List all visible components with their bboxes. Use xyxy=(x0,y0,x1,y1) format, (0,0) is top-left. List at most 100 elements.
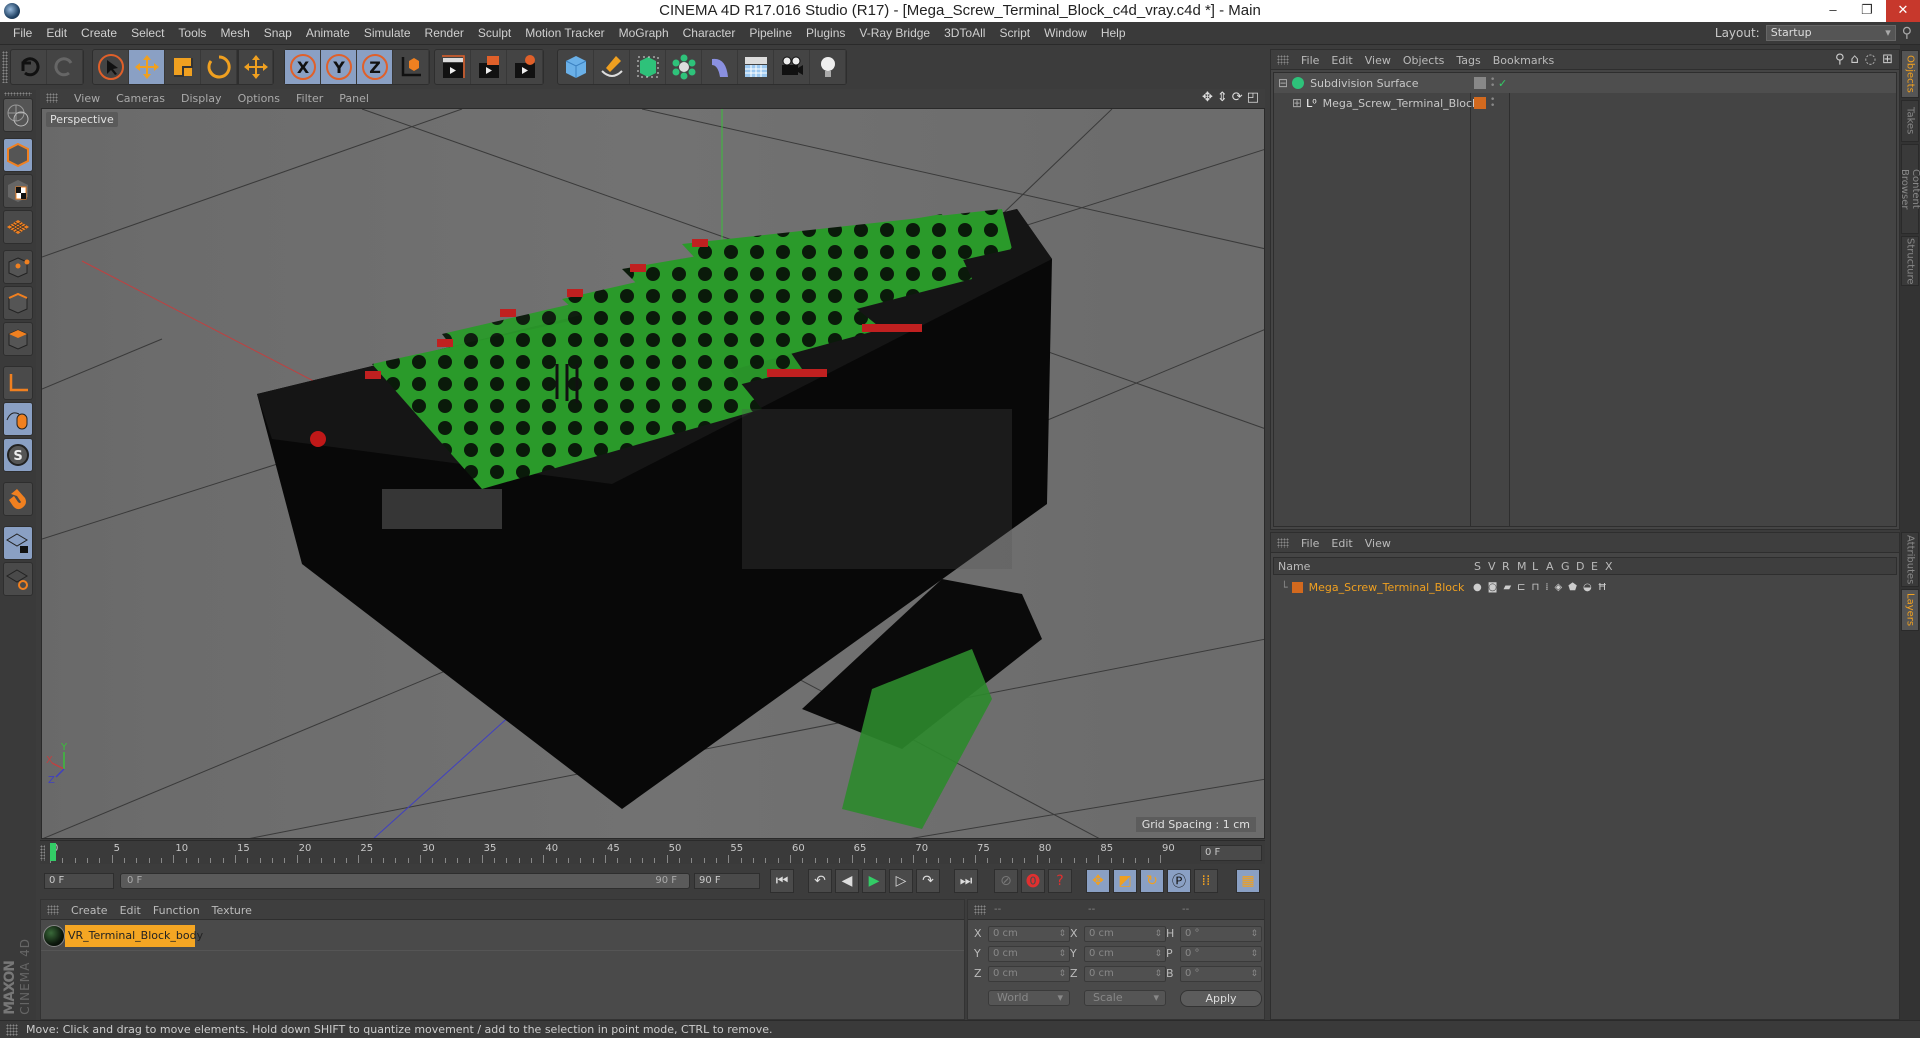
y-axis-button[interactable]: Y xyxy=(321,50,357,84)
viewport-menu-panel[interactable]: Panel xyxy=(331,92,377,105)
menu-window[interactable]: Window xyxy=(1037,26,1094,40)
toggle-layout-icon[interactable]: ◰ xyxy=(1247,90,1259,105)
timeline-grip[interactable] xyxy=(40,845,45,861)
tweak-mode-button[interactable] xyxy=(3,402,33,436)
viewport-menu-filter[interactable]: Filter xyxy=(288,92,331,105)
tab-layers[interactable]: Layers xyxy=(1901,589,1919,631)
menu-create[interactable]: Create xyxy=(74,26,124,40)
menu-v-ray-bridge[interactable]: V-Ray Bridge xyxy=(852,26,937,40)
apply-button[interactable]: Apply xyxy=(1180,990,1262,1007)
record-keys-button[interactable]: ⓿ xyxy=(1021,869,1045,893)
menu-script[interactable]: Script xyxy=(992,26,1037,40)
motion-path-button[interactable]: ⊘ xyxy=(994,869,1018,893)
frame-range-slider[interactable]: 0 F 90 F xyxy=(120,873,690,889)
tab-content-browser[interactable]: Content Browser xyxy=(1899,144,1920,234)
object-menu-view[interactable]: View xyxy=(1359,54,1397,67)
panel-grip[interactable] xyxy=(46,93,58,103)
rotation-field[interactable]: 0 ° xyxy=(1180,966,1262,982)
enable-axis-button[interactable] xyxy=(3,366,33,400)
planar-workplane-button[interactable] xyxy=(3,562,33,596)
manager-tree-icon[interactable]: ⊏ xyxy=(1517,582,1525,593)
viewport-menu-display[interactable]: Display xyxy=(173,92,230,105)
viewport-menu-options[interactable]: Options xyxy=(230,92,288,105)
menu-pipeline[interactable]: Pipeline xyxy=(742,26,799,40)
layer-row[interactable]: └ Mega_Screw_Terminal_Block ● ◙ ▰ ⊏ ⊓ ⁞ … xyxy=(1273,577,1897,597)
menu-mograph[interactable]: MoGraph xyxy=(612,26,676,40)
menu-render[interactable]: Render xyxy=(418,26,471,40)
dolly-view-icon[interactable]: ⇕ xyxy=(1217,90,1228,105)
prev-frame-button[interactable]: ◀ xyxy=(835,869,859,893)
points-mode-button[interactable] xyxy=(3,250,33,284)
rotation-field[interactable]: 0 ° xyxy=(1180,946,1262,962)
edges-mode-button[interactable] xyxy=(3,286,33,320)
viewport-menu-view[interactable]: View xyxy=(66,92,108,105)
layer-column-e[interactable]: E xyxy=(1591,560,1598,573)
floor-button[interactable] xyxy=(738,50,774,84)
object-menu-edit[interactable]: Edit xyxy=(1325,54,1358,67)
expand-icon[interactable]: ⊞ xyxy=(1292,96,1302,110)
camera-button[interactable] xyxy=(774,50,810,84)
menu-edit[interactable]: Edit xyxy=(39,26,74,40)
layer-column-l[interactable]: L xyxy=(1532,560,1538,573)
array-button[interactable] xyxy=(666,50,702,84)
camera-label[interactable]: Perspective xyxy=(46,112,118,127)
menu-select[interactable]: Select xyxy=(124,26,171,40)
layer-color-swatch[interactable] xyxy=(1474,97,1486,109)
rotation-field[interactable]: 0 ° xyxy=(1180,926,1262,942)
menu-mesh[interactable]: Mesh xyxy=(213,26,256,40)
light-button[interactable] xyxy=(810,50,846,84)
key-rotation-button[interactable]: ↻ xyxy=(1140,869,1164,893)
x-axis-button[interactable]: X xyxy=(285,50,321,84)
menu-3dtoall[interactable]: 3DToAll xyxy=(937,26,992,40)
panel-grip[interactable] xyxy=(974,905,986,915)
menu-help[interactable]: Help xyxy=(1094,26,1133,40)
lock-workplane-button[interactable] xyxy=(3,526,33,560)
search-icon[interactable]: ⚲ xyxy=(1835,52,1845,67)
layer-menu-file[interactable]: File xyxy=(1295,537,1325,550)
visibility-dots-icon[interactable]: • • xyxy=(1490,76,1495,91)
orbit-view-icon[interactable]: ⟳ xyxy=(1232,90,1243,105)
start-frame-field[interactable]: 0 F xyxy=(44,873,114,889)
bend-deformer-button[interactable] xyxy=(702,50,738,84)
position-field[interactable]: 0 cm xyxy=(988,966,1070,982)
3d-viewport[interactable]: X Y Z Perspective Grid Spacing : 1 cm xyxy=(41,108,1265,839)
last-tool-button[interactable] xyxy=(237,50,273,84)
minimize-button[interactable]: – xyxy=(1816,0,1850,22)
tab-objects[interactable]: Objects xyxy=(1901,50,1919,98)
key-scale-button[interactable]: ◩ xyxy=(1113,869,1137,893)
object-menu-objects[interactable]: Objects xyxy=(1397,54,1451,67)
menu-plugins[interactable]: Plugins xyxy=(799,26,852,40)
position-field[interactable]: 0 cm xyxy=(988,926,1070,942)
object-menu-file[interactable]: File xyxy=(1295,54,1325,67)
render-view-button[interactable] xyxy=(435,50,471,84)
view-eye-icon[interactable]: ◙ xyxy=(1488,582,1498,593)
solo-mode-button[interactable]: S xyxy=(3,438,33,472)
subdivision-surface-button[interactable] xyxy=(630,50,666,84)
scale-tool-button[interactable] xyxy=(165,50,201,84)
eye-icon[interactable]: ◌ xyxy=(1865,52,1876,67)
enabled-check-icon[interactable]: ✓ xyxy=(1498,77,1507,90)
collapse-icon[interactable]: ⊟ xyxy=(1278,76,1288,90)
panel-grip[interactable] xyxy=(1277,538,1289,548)
object-menu-bookmarks[interactable]: Bookmarks xyxy=(1487,54,1560,67)
size-field[interactable]: 0 cm xyxy=(1084,926,1166,942)
render-clapboard-icon[interactable]: ▰ xyxy=(1503,582,1511,593)
layer-column-g[interactable]: G xyxy=(1561,560,1570,573)
subdivision-tag-icon[interactable] xyxy=(1474,77,1486,89)
home-icon[interactable]: ⌂ xyxy=(1850,52,1858,67)
layer-column-a[interactable]: A xyxy=(1546,560,1554,573)
model-mode-button[interactable] xyxy=(3,138,33,172)
coordinate-system-button[interactable] xyxy=(393,50,429,84)
position-field[interactable]: 0 cm xyxy=(988,946,1070,962)
material-menu-create[interactable]: Create xyxy=(65,904,114,917)
menu-file[interactable]: File xyxy=(6,26,39,40)
menu-tools[interactable]: Tools xyxy=(171,26,213,40)
timeline-window-button[interactable]: ▦ xyxy=(1236,869,1260,893)
key-pla-button[interactable]: ⁞⁞ xyxy=(1194,869,1218,893)
next-frame-button[interactable]: ▷ xyxy=(889,869,913,893)
autokeying-button[interactable]: ? xyxy=(1048,869,1072,893)
toolbar-grip[interactable] xyxy=(2,51,8,83)
select-tool-button[interactable] xyxy=(93,50,129,84)
layer-column-x[interactable]: X xyxy=(1605,560,1613,573)
close-button[interactable]: ✕ xyxy=(1886,0,1920,22)
